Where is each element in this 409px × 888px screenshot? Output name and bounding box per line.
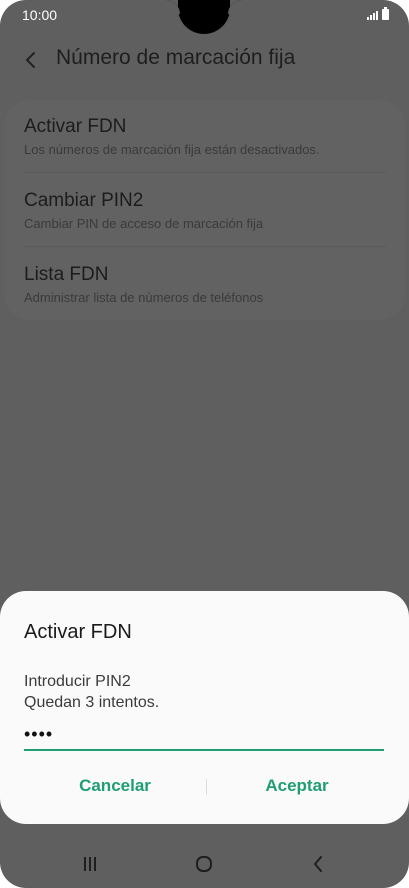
dialog-message: Introducir PIN2 — [24, 673, 131, 690]
settings-item-title: Cambiar PIN2 — [24, 190, 144, 211]
nav-back-icon — [314, 856, 322, 872]
battery-icon — [382, 7, 389, 20]
settings-item-subtitle: Administrar lista de números de teléfono… — [24, 290, 264, 305]
settings-item-subtitle: Los números de marcación fija están desa… — [24, 142, 320, 157]
phone-screen: 10:00 Número de marcación fija Activar F… — [0, 0, 409, 888]
camera-notch — [178, 0, 230, 34]
pin-input[interactable]: •••• — [24, 719, 384, 751]
settings-item-activar-fdn[interactable]: Activar FDN Los números de marcación fij… — [24, 116, 384, 157]
settings-item-lista-fdn[interactable]: Lista FDN Administrar lista de números d… — [24, 264, 384, 305]
settings-card: Activar FDN Los números de marcación fij… — [4, 100, 405, 320]
divider — [24, 172, 386, 173]
dialog-title: Activar FDN — [24, 621, 132, 643]
back-button[interactable] — [20, 48, 44, 72]
pin-dialog: Activar FDN Introducir PIN2 Quedan 3 int… — [0, 591, 409, 824]
settings-item-title: Activar FDN — [24, 116, 127, 137]
recents-icon — [84, 857, 96, 871]
notch-edge-right — [228, 0, 242, 14]
settings-item-subtitle: Cambiar PIN de acceso de marcación fija — [24, 216, 264, 231]
button-separator — [206, 779, 207, 795]
status-icons — [367, 7, 389, 20]
recents-button[interactable] — [78, 852, 102, 876]
dialog-attempts: Quedan 3 intentos. — [24, 694, 160, 711]
settings-item-title: Lista FDN — [24, 264, 109, 285]
home-button[interactable] — [192, 852, 216, 876]
divider — [24, 246, 386, 247]
home-icon — [196, 856, 212, 872]
settings-item-cambiar-pin2[interactable]: Cambiar PIN2 Cambiar PIN de acceso de ma… — [24, 190, 384, 231]
accept-button[interactable]: Aceptar — [222, 776, 372, 796]
navigation-bar — [0, 838, 409, 888]
nav-back-button[interactable] — [306, 852, 330, 876]
status-time: 10:00 — [22, 7, 58, 23]
back-arrow-icon — [26, 52, 35, 68]
page-title: Número de marcación fija — [56, 46, 296, 69]
signal-icon — [367, 10, 378, 20]
cancel-button[interactable]: Cancelar — [40, 776, 190, 796]
app-bar: Número de marcación fija — [0, 36, 409, 82]
